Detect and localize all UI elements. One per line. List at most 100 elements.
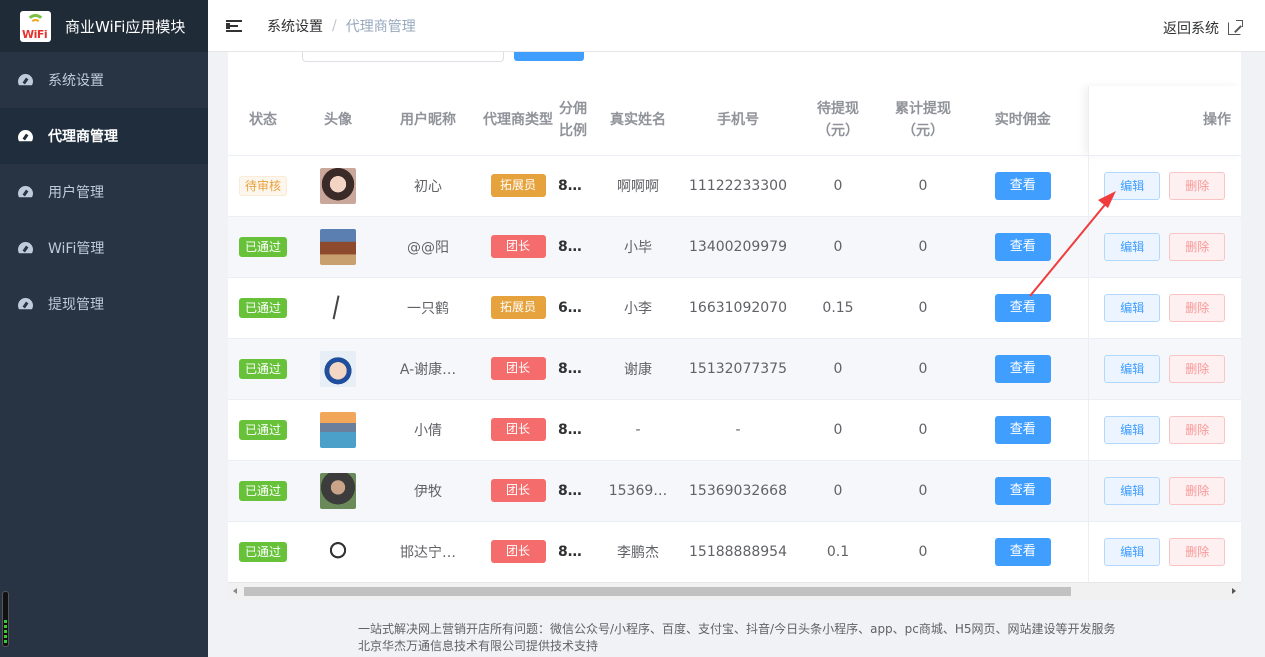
sidebar-item-user-management[interactable]: 用户管理 — [0, 164, 208, 220]
status-cell: 已通过 — [228, 277, 298, 339]
delete-button[interactable]: 删除 — [1169, 476, 1226, 505]
dashboard-icon — [18, 186, 33, 199]
scroll-left-icon[interactable] — [233, 588, 237, 594]
avatar-cell — [298, 277, 378, 339]
real-name-cell: 啊啊啊 — [588, 155, 688, 217]
edit-button[interactable]: 编辑 — [1104, 293, 1161, 322]
actions-cell: 编辑 删除 — [1087, 216, 1241, 278]
view-commission-button[interactable]: 查看 — [994, 171, 1051, 200]
scrollbar-thumb[interactable] — [244, 587, 1071, 596]
commission-cell: 查看 — [958, 521, 1088, 583]
status-cell: 已通过 — [228, 338, 298, 400]
col-avatar: 头像 — [298, 86, 378, 156]
avatar-cell — [298, 338, 378, 400]
delete-button[interactable]: 删除 — [1169, 537, 1226, 566]
sidebar-item-label: 用户管理 — [48, 185, 104, 201]
brand-title: 商业WiFi应用模块 — [65, 17, 186, 36]
total-cell: 0 — [888, 521, 958, 583]
status-cell: 已通过 — [228, 216, 298, 278]
edit-button[interactable]: 编辑 — [1104, 415, 1161, 444]
col-nickname: 用户昵称 — [378, 86, 478, 156]
edit-button[interactable]: 编辑 — [1104, 537, 1161, 566]
view-commission-button[interactable]: 查看 — [994, 476, 1051, 505]
sidebar-item-label: 系统设置 — [48, 73, 104, 89]
delete-button[interactable]: 删除 — [1169, 171, 1226, 200]
agent-type-cell: 团长 — [478, 216, 558, 278]
scroll-right-icon[interactable] — [1232, 588, 1236, 594]
avatar-cell — [298, 460, 378, 522]
avatar — [320, 167, 356, 204]
status-badge: 待审核 — [238, 175, 287, 196]
total-cell: 0 — [888, 399, 958, 461]
real-name-cell: 小李 — [588, 277, 688, 339]
menu-toggle-icon[interactable] — [226, 19, 244, 33]
avatar-cell — [298, 216, 378, 278]
edit-button[interactable]: 编辑 — [1104, 476, 1161, 505]
col-real-name: 真实姓名 — [588, 86, 688, 156]
dashboard-icon — [18, 130, 33, 143]
actions-cell: 编辑 删除 — [1087, 521, 1241, 583]
status-badge: 已通过 — [238, 480, 287, 501]
sidebar-item-agent-management[interactable]: 代理商管理 — [0, 108, 208, 164]
ratio-cell: 80% — [558, 155, 588, 217]
nickname-cell: 小倩 — [378, 399, 478, 461]
actions-cell: 编辑 删除 — [1087, 399, 1241, 461]
delete-button[interactable]: 删除 — [1169, 293, 1226, 322]
dashboard-icon — [18, 298, 33, 311]
view-commission-button[interactable]: 查看 — [994, 293, 1051, 322]
breadcrumb-item-system-settings[interactable]: 系统设置 — [267, 16, 323, 36]
sidebar-item-label: 提现管理 — [48, 297, 104, 313]
view-commission-button[interactable]: 查看 — [994, 537, 1051, 566]
view-commission-button[interactable]: 查看 — [994, 415, 1051, 444]
search-button[interactable] — [514, 52, 584, 61]
sidebar-item-withdraw-management[interactable]: 提现管理 — [0, 276, 208, 332]
ratio-cell: 80% — [558, 399, 588, 461]
phone-cell: 15132077375 — [688, 338, 788, 400]
dashboard-icon — [18, 74, 33, 87]
nickname-cell: 一只鹤 — [378, 277, 478, 339]
delete-button[interactable]: 删除 — [1169, 232, 1226, 261]
view-commission-button[interactable]: 查看 — [994, 354, 1051, 383]
delete-button[interactable]: 删除 — [1169, 354, 1226, 383]
delete-button[interactable]: 删除 — [1169, 415, 1226, 444]
status-badge: 已通过 — [238, 419, 287, 440]
agent-type-badge: 团长 — [490, 479, 546, 502]
table-row: 已通过A-谢康…团长80%谢康1513207737500查看编辑删除 — [228, 338, 1241, 400]
agent-type-badge: 拓展员 — [490, 174, 546, 197]
ratio-cell: 80% — [558, 460, 588, 522]
status-badge: 已通过 — [238, 236, 287, 257]
sidebar-item-system-settings[interactable]: 系统设置 — [0, 52, 208, 108]
avatar — [320, 228, 356, 265]
edit-button[interactable]: 编辑 — [1104, 171, 1161, 200]
edit-button[interactable]: 编辑 — [1104, 232, 1161, 261]
col-agent-type: 代理商类型 — [478, 86, 558, 156]
ratio-cell: 80% — [558, 521, 588, 583]
phone-cell: 13400209979 — [688, 216, 788, 278]
horizontal-scrollbar[interactable] — [228, 582, 1241, 599]
table-row: 已通过 一只鹤拓展员 60%小李166310920700.150 查看 编辑删除 — [228, 277, 1241, 339]
commission-cell: 查看 — [958, 338, 1088, 400]
back-to-system-link[interactable]: 返回系统 — [1163, 18, 1243, 38]
edit-button[interactable]: 编辑 — [1104, 354, 1161, 383]
top-header: 系统设置 / 代理商管理 返回系统 — [208, 0, 1265, 52]
status-badge: 已通过 — [238, 541, 287, 562]
total-cell: 0 — [888, 155, 958, 217]
avatar — [320, 289, 356, 326]
view-commission-button[interactable]: 查看 — [994, 232, 1051, 261]
phone-cell: 15188888954 — [688, 521, 788, 583]
agent-type-badge: 团长 — [490, 418, 546, 441]
agent-type-cell: 拓展员 — [478, 155, 558, 217]
agent-type-badge: 团长 — [490, 540, 546, 563]
commission-cell: 查看 — [958, 277, 1088, 339]
avatar — [320, 350, 356, 387]
breadcrumb-item-current: 代理商管理 — [345, 18, 416, 35]
real-name-cell: 15369… — [588, 460, 688, 522]
table-row: 已通过 邯达宁… 团长 80%李鹏杰151888889540.10 查看 编辑删除 — [228, 521, 1241, 583]
status-cell: 已通过 — [228, 460, 298, 522]
pending-cell: 0 — [788, 399, 888, 461]
pending-cell: 0 — [788, 338, 888, 400]
pending-cell: 0 — [788, 155, 888, 217]
search-input[interactable] — [302, 52, 504, 62]
sidebar-item-wifi-management[interactable]: WiFi管理 — [0, 220, 208, 276]
phone-cell: - — [688, 399, 788, 461]
